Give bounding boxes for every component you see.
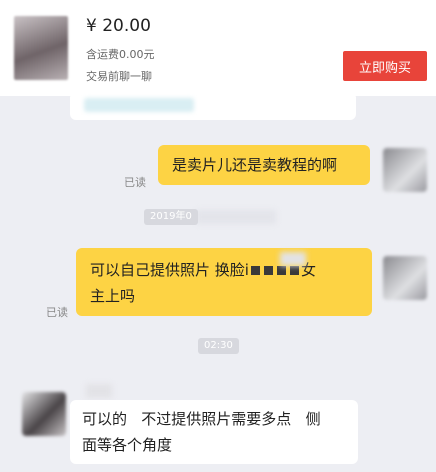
- blur-smudge: [86, 384, 112, 398]
- my-avatar[interactable]: [383, 148, 427, 192]
- censor-block: [276, 266, 286, 275]
- message-text: 是卖片儿还是卖教程的啊: [172, 156, 338, 174]
- message-line-2: 面等各个角度: [82, 436, 173, 454]
- message-line-2: 主上吗: [90, 287, 136, 305]
- incoming-message-1[interactable]: 可以的 不过提供照片需要多点 侧 面等各个角度: [70, 400, 358, 464]
- product-card[interactable]: ¥ 20.00 含运费0.00元 交易前聊一聊 立即购买: [0, 0, 436, 96]
- timestamp: 02:30: [198, 338, 239, 354]
- pre-trade-chat-label: 交易前聊一聊: [86, 70, 152, 83]
- censor-block: [250, 266, 260, 275]
- product-thumbnail[interactable]: [14, 16, 68, 80]
- blurred-message: [70, 92, 356, 120]
- product-price: ¥ 20.00: [86, 16, 151, 36]
- outgoing-message-2[interactable]: 可以自己提供照片 换脸i 女 主上吗: [76, 248, 372, 316]
- outgoing-message-1[interactable]: 是卖片儿还是卖教程的啊: [158, 145, 370, 185]
- message-text: 可以自己提供照片 换脸i: [90, 261, 249, 279]
- censor-block: [263, 266, 273, 275]
- message-line-1: 可以的 不过提供照片需要多点 侧: [82, 410, 321, 428]
- blur-smudge: [84, 98, 194, 112]
- my-avatar[interactable]: [383, 256, 427, 300]
- timestamp-blur: [196, 210, 276, 224]
- read-status: 已读: [46, 306, 68, 319]
- buy-now-button[interactable]: 立即购买: [343, 51, 427, 81]
- censor-block: [289, 266, 299, 275]
- timestamp: 2019年0: [144, 209, 198, 225]
- shipping-info: 含运费0.00元: [86, 48, 155, 61]
- read-status: 已读: [124, 176, 146, 189]
- blur-smudge: [280, 252, 306, 266]
- contact-avatar[interactable]: [22, 392, 66, 436]
